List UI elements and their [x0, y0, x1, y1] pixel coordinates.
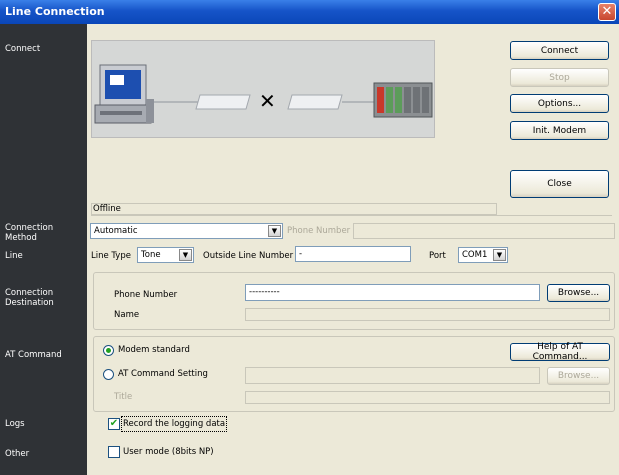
- outside-line-number-label: Outside Line Number: [203, 251, 294, 261]
- close-icon[interactable]: ✕: [598, 3, 616, 21]
- connection-method-value: Automatic: [94, 226, 138, 236]
- help-at-command-button[interactable]: Help of AT Command...: [510, 342, 610, 362]
- destination-name-field[interactable]: [245, 308, 610, 321]
- connection-destination-group: [93, 272, 615, 330]
- options-button[interactable]: Options...: [510, 94, 609, 113]
- chevron-down-icon[interactable]: ▼: [179, 249, 192, 261]
- modem-left-icon: [195, 94, 251, 110]
- record-logging-label: Record the logging data: [120, 416, 228, 432]
- port-value: COM1: [462, 250, 488, 260]
- personal-computer-icon: [94, 64, 154, 124]
- browse-phone-button[interactable]: Browse...: [547, 284, 610, 302]
- at-command-setting-field[interactable]: [245, 367, 540, 384]
- browse-at-button[interactable]: Browse...: [547, 367, 610, 385]
- sidebar-at-command-label: AT Command: [5, 350, 62, 360]
- window-title: Line Connection: [5, 5, 105, 18]
- stop-button[interactable]: Stop: [510, 68, 609, 87]
- disconnected-x-icon: ✕: [259, 89, 276, 113]
- at-title-field[interactable]: [245, 391, 610, 404]
- sidebar-connection-destination-label: Connection Destination: [5, 288, 54, 308]
- sidebar-other-label: Other: [5, 449, 30, 459]
- connect-button[interactable]: Connect: [510, 41, 609, 60]
- method-phone-number-label: Phone Number: [287, 226, 351, 236]
- line-type-select[interactable]: Tone ▼: [137, 247, 194, 263]
- port-label: Port: [429, 251, 446, 261]
- user-mode-label: User mode (8bits NP): [123, 447, 214, 457]
- destination-phone-number-field[interactable]: ----------: [245, 284, 540, 301]
- user-mode-checkbox[interactable]: [108, 446, 120, 458]
- chevron-down-icon[interactable]: ▼: [493, 249, 506, 261]
- sidebar-connection-method-label: Connection Method: [5, 223, 54, 243]
- sidebar-connect-label: Connect: [5, 44, 41, 54]
- line-type-label: Line Type: [91, 251, 131, 261]
- at-command-setting-radio[interactable]: [103, 369, 114, 380]
- modem-standard-radio[interactable]: [103, 345, 114, 356]
- modem-right-icon: [287, 94, 343, 110]
- at-title-label: Title: [114, 392, 133, 402]
- sidebar-line-label: Line: [5, 251, 23, 261]
- sidebar-logs-label: Logs: [5, 419, 25, 429]
- chevron-down-icon[interactable]: ▼: [268, 225, 281, 237]
- destination-name-label: Name: [114, 310, 140, 320]
- status-text: Offline: [91, 203, 497, 215]
- modem-standard-label: Modem standard: [118, 345, 190, 355]
- connection-method-select[interactable]: Automatic ▼: [90, 223, 283, 239]
- close-button[interactable]: Close: [510, 170, 609, 198]
- plc-icon: [373, 82, 433, 118]
- method-phone-number-field[interactable]: [353, 223, 615, 239]
- destination-phone-number-label: Phone Number: [114, 290, 178, 300]
- port-select[interactable]: COM1 ▼: [458, 247, 508, 263]
- connection-diagram: ✕: [91, 40, 435, 138]
- line-type-value: Tone: [141, 250, 161, 260]
- record-logging-checkbox[interactable]: ✔: [108, 418, 120, 430]
- init-modem-button[interactable]: Init. Modem: [510, 121, 609, 140]
- divider: [91, 215, 612, 216]
- title-bar: Line Connection ✕: [0, 0, 619, 24]
- sidebar: Connect Connection Method Line Connectio…: [0, 24, 87, 475]
- at-command-setting-label: AT Command Setting: [118, 369, 208, 379]
- connection-diagram-graphic: ✕: [94, 64, 433, 124]
- outside-line-number-field[interactable]: -: [295, 246, 411, 262]
